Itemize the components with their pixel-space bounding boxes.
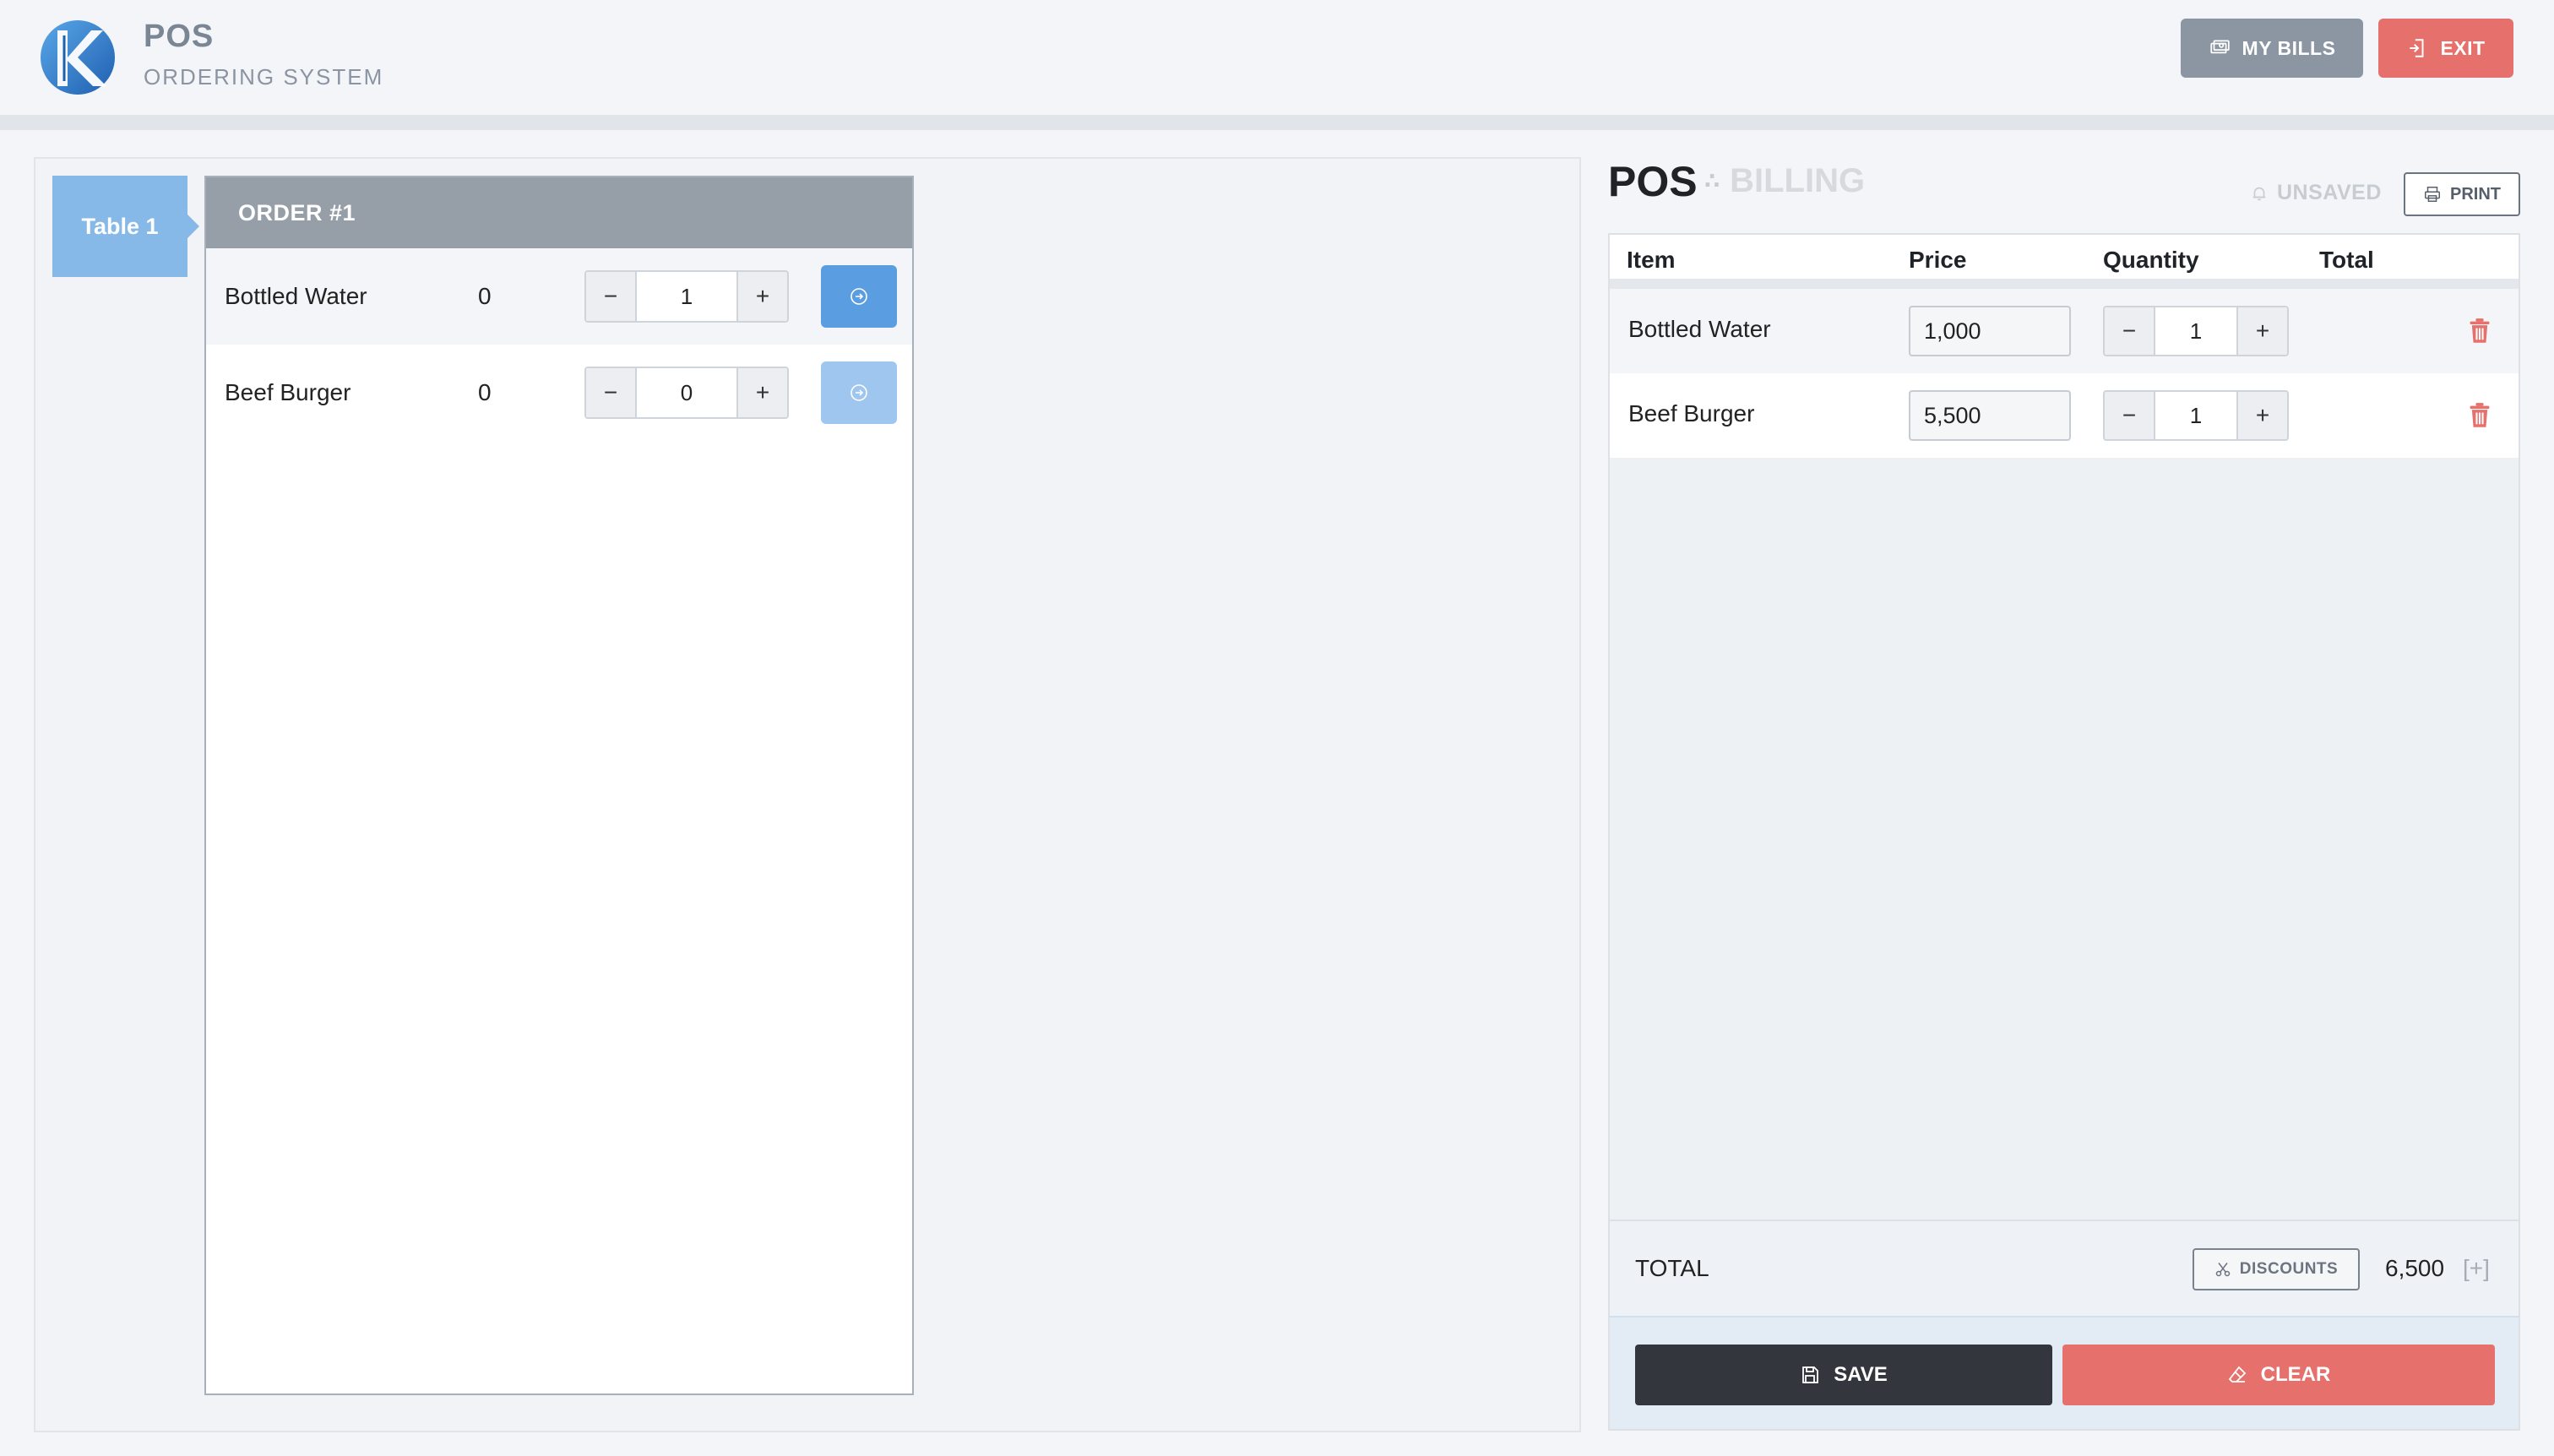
save-status: UNSAVED xyxy=(2250,181,2382,205)
billing-title: POS xyxy=(1608,158,1698,205)
save-label: SAVE xyxy=(1834,1363,1888,1386)
floppy-disk-icon xyxy=(1802,1366,1819,1383)
order-quantity-stepper: − 0 + xyxy=(584,367,789,419)
add-to-bill-button[interactable] xyxy=(821,361,897,424)
order-item-count: 0 xyxy=(478,283,492,309)
quantity-value[interactable]: 1 xyxy=(2154,307,2238,355)
billing-subtitle-text: BILLING xyxy=(1730,162,1866,199)
app-subtitle: ORDERING SYSTEM xyxy=(144,64,384,90)
bill-table: Item Price Quantity Total Bottled Water … xyxy=(1608,233,2520,1431)
trash-icon[interactable] xyxy=(2468,318,2492,345)
increment-button[interactable]: + xyxy=(738,368,787,417)
decrement-button[interactable]: − xyxy=(2105,307,2154,355)
print-label: PRINT xyxy=(2450,184,2501,204)
bill-actions: SAVE CLEAR xyxy=(1610,1316,2519,1429)
dots-icon: ∴ xyxy=(1704,168,1720,193)
add-to-bill-button[interactable] xyxy=(821,265,897,328)
bill-total-bar: TOTAL DISCOUNTS 6,500 [+] xyxy=(1610,1220,2519,1316)
total-label: TOTAL xyxy=(1635,1255,1709,1281)
exit-icon xyxy=(2410,39,2424,57)
save-status-label: UNSAVED xyxy=(2277,181,2382,204)
bill-row: Beef Burger 5,500 − 1 + xyxy=(1610,373,2519,458)
order-item-row: Beef Burger 0 − 0 + xyxy=(206,345,912,441)
column-header-total: Total xyxy=(2319,247,2374,273)
app-logo-icon xyxy=(41,20,115,95)
trash-icon[interactable] xyxy=(2468,402,2492,429)
order-card: ORDER #1 Bottled Water 0 − 1 + Beef Burg… xyxy=(204,176,914,1395)
column-header-item: Item xyxy=(1627,247,1676,273)
order-item-row: Bottled Water 0 − 1 + xyxy=(206,248,912,345)
bill-item-name: Bottled Water xyxy=(1628,316,1771,342)
bill-item-name: Beef Burger xyxy=(1628,400,1755,426)
price-input[interactable]: 1,000 xyxy=(1909,306,2071,356)
bill-quantity-stepper: − 1 + xyxy=(2103,390,2289,441)
decrement-button[interactable]: − xyxy=(586,368,635,417)
table-tab[interactable]: Table 1 xyxy=(52,176,199,277)
order-item-count: 0 xyxy=(478,379,492,405)
discounts-button[interactable]: DISCOUNTS xyxy=(2193,1248,2360,1290)
bill-table-header: Item Price Quantity Total xyxy=(1610,235,2519,289)
decrement-button[interactable]: − xyxy=(2105,392,2154,439)
column-header-price: Price xyxy=(1909,247,1967,273)
quantity-value[interactable]: 1 xyxy=(635,272,738,321)
clear-label: CLEAR xyxy=(2260,1363,2331,1386)
my-bills-label: MY BILLS xyxy=(2242,36,2336,59)
arrow-right-circle-icon xyxy=(850,384,867,401)
save-button[interactable]: SAVE xyxy=(1635,1345,2052,1405)
order-item-name: Beef Burger xyxy=(225,379,351,405)
total-expand-toggle[interactable]: [+] xyxy=(2463,1255,2490,1282)
quantity-value[interactable]: 0 xyxy=(635,368,738,417)
eraser-icon xyxy=(2228,1366,2246,1383)
scissors-icon xyxy=(2215,1263,2231,1277)
bill-row: Bottled Water 1,000 − 1 + xyxy=(1610,289,2519,373)
exit-label: EXIT xyxy=(2440,36,2486,59)
bell-icon xyxy=(2252,187,2266,200)
total-value: 6,500 xyxy=(2385,1255,2445,1281)
app-header: POS ORDERING SYSTEM MY BILLS EXIT xyxy=(0,0,2554,115)
decrement-button[interactable]: − xyxy=(586,272,635,321)
discounts-label: DISCOUNTS xyxy=(2239,1260,2339,1278)
order-header: ORDER #1 xyxy=(206,177,912,248)
quantity-value[interactable]: 1 xyxy=(2154,392,2238,439)
table-tab-label: Table 1 xyxy=(81,213,159,239)
order-quantity-stepper: − 1 + xyxy=(584,270,789,323)
clear-button[interactable]: CLEAR xyxy=(2062,1345,2495,1405)
increment-button[interactable]: + xyxy=(738,272,787,321)
arrow-right-circle-icon xyxy=(850,288,867,305)
my-bills-button[interactable]: MY BILLS xyxy=(2181,19,2363,78)
bills-icon xyxy=(2209,40,2230,54)
increment-button[interactable]: + xyxy=(2238,307,2287,355)
header-divider xyxy=(0,115,2554,130)
order-item-name: Bottled Water xyxy=(225,283,367,309)
exit-button[interactable]: EXIT xyxy=(2378,19,2513,78)
billing-subtitle: ∴ BILLING xyxy=(1704,162,1865,200)
order-title: ORDER #1 xyxy=(238,199,356,225)
price-input[interactable]: 5,500 xyxy=(1909,390,2071,441)
column-header-quantity: Quantity xyxy=(2103,247,2199,273)
print-button[interactable]: PRINT xyxy=(2404,172,2520,216)
app-title: POS xyxy=(144,19,215,54)
printer-icon xyxy=(2425,187,2440,202)
increment-button[interactable]: + xyxy=(2238,392,2287,439)
bill-quantity-stepper: − 1 + xyxy=(2103,306,2289,356)
